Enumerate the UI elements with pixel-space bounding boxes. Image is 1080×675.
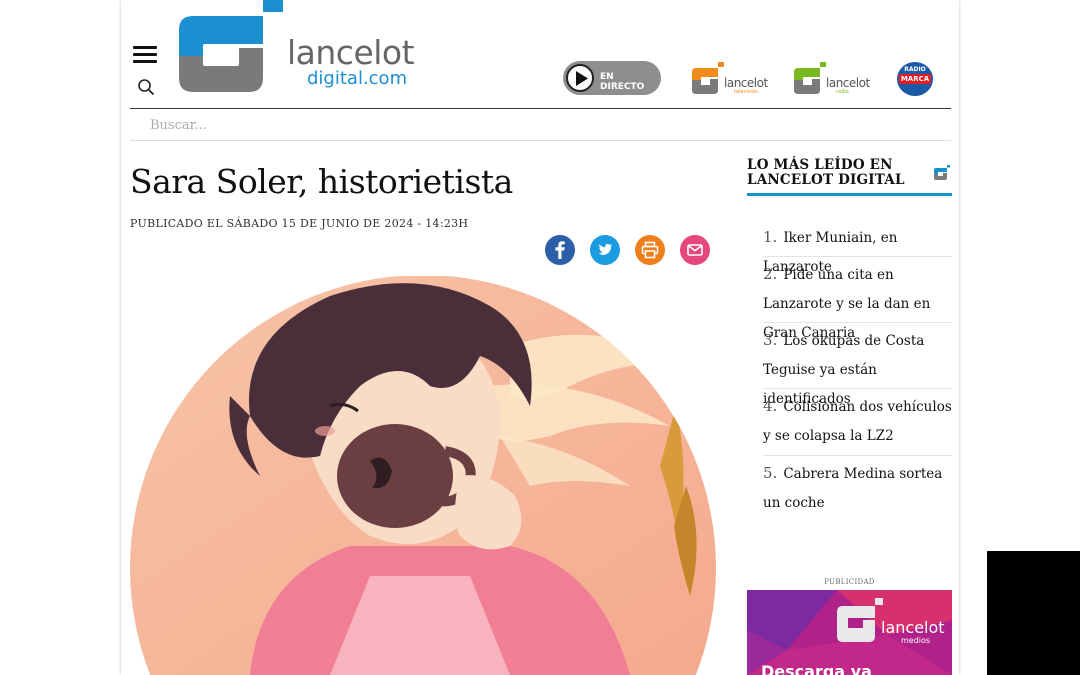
play-icon — [566, 64, 594, 92]
hamburger-icon[interactable] — [133, 46, 157, 64]
ad-brand: lancelot — [881, 618, 945, 637]
facebook-icon — [555, 241, 565, 259]
most-read-number: 5. — [763, 464, 778, 482]
logo-line2: digital.com — [307, 68, 408, 89]
most-read-number: 2. — [763, 265, 778, 283]
lancelot-medios-logo-icon — [837, 598, 883, 642]
ad-cta[interactable]: Descarga ya — [761, 662, 872, 675]
search-icon[interactable] — [137, 78, 155, 96]
article-illustration — [130, 276, 716, 675]
channel-tv-name: lancelot — [724, 76, 768, 90]
most-read-text[interactable]: Colisionan dos vehículos y se colapsa la… — [763, 399, 952, 444]
most-read-title: LO MÁS LEÍDO EN LANCELOT DIGITAL — [747, 157, 905, 188]
print-button[interactable] — [635, 235, 665, 265]
most-read-text[interactable]: Cabrera Medina sortea un coche — [763, 466, 942, 511]
lancelot-small-logo-icon — [934, 165, 950, 180]
lancelot-tv-logo-icon — [692, 62, 724, 94]
most-read-divider — [763, 322, 952, 323]
most-read-underline — [747, 193, 952, 196]
share-mail-button[interactable] — [680, 235, 710, 265]
twitter-icon — [598, 244, 612, 255]
live-button[interactable]: EN DIRECTO — [563, 61, 661, 95]
most-read-number: 4. — [763, 397, 778, 415]
logo-line1: lancelot — [287, 33, 415, 72]
channel-radio-sub: radio — [836, 89, 849, 95]
ad-label: PUBLICIDAD — [824, 578, 875, 586]
lancelot-radio-logo-icon — [794, 62, 826, 94]
article-date: PUBLICADO EL SÁBADO 15 DE JUNIO DE 2024 … — [130, 217, 469, 230]
channel-radio-name: lancelot — [826, 76, 870, 90]
most-read-divider — [763, 455, 952, 456]
share-facebook-button[interactable] — [545, 235, 575, 265]
site-header: lancelot digital.com EN DIRECTO lancelot… — [121, 0, 959, 110]
most-read-item-4[interactable]: 4. Colisionan dos vehículos y se colapsa … — [763, 392, 952, 451]
article-title: Sara Soler, historietista — [130, 162, 513, 201]
ad-brand-sub: medios — [901, 636, 931, 645]
channel-radio[interactable]: lancelot radio — [793, 62, 873, 96]
header-divider — [130, 108, 951, 109]
site-logo-text[interactable]: lancelot digital.com — [287, 33, 415, 89]
most-read-number: 3. — [763, 331, 778, 349]
print-icon — [641, 241, 659, 259]
overlay-black-panel — [987, 551, 1080, 675]
radio-marca-logo[interactable]: RADIO MARCA — [897, 62, 933, 96]
most-read-item-5[interactable]: 5. Cabrera Medina sortea un coche — [763, 459, 952, 518]
most-read-divider — [763, 388, 952, 389]
share-twitter-button[interactable] — [590, 235, 620, 265]
lancelot-logo-icon[interactable] — [177, 0, 287, 96]
page: lancelot digital.com EN DIRECTO lancelot… — [121, 0, 959, 675]
most-read-divider — [763, 256, 952, 257]
radio-marca-name: MARCA — [899, 74, 931, 84]
radio-marca-top: RADIO — [904, 66, 926, 73]
mail-icon — [687, 244, 703, 256]
search-input[interactable] — [130, 111, 951, 141]
live-label: EN DIRECTO — [600, 72, 645, 92]
channel-tv-sub: televisión — [734, 89, 759, 95]
most-read-number: 1. — [763, 228, 778, 246]
channel-television[interactable]: lancelot televisión — [691, 62, 771, 96]
ad-banner[interactable]: lancelot medios Descarga ya — [747, 590, 952, 675]
